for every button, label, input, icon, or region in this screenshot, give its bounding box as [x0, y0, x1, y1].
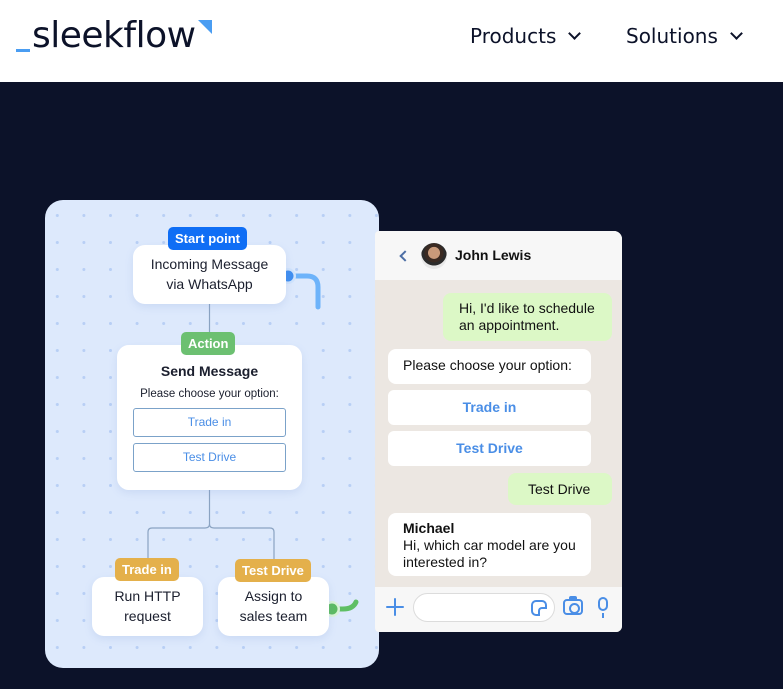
back-chevron-icon[interactable]: [399, 250, 411, 262]
assign-team-node-card[interactable]: Assign to sales team: [218, 577, 329, 636]
trade-in-badge: Trade in: [115, 558, 179, 581]
quick-reply-trade-in[interactable]: Trade in: [388, 390, 591, 425]
message-incoming: Please choose your option:: [388, 349, 591, 384]
nav-solutions-label: Solutions: [626, 24, 718, 48]
run-http-line2: request: [124, 608, 171, 624]
nav-solutions[interactable]: Solutions: [626, 24, 743, 48]
test-drive-badge: Test Drive: [235, 559, 311, 582]
message-line: an appointment.: [459, 317, 560, 333]
start-node-card[interactable]: Incoming Message via WhatsApp: [133, 245, 286, 304]
message-incoming: Michael Hi, which car model are you inte…: [388, 513, 591, 576]
message-input[interactable]: [413, 593, 555, 622]
chat-composer: [375, 587, 622, 632]
camera-icon[interactable]: [563, 596, 583, 615]
message-line: Hi, I'd like to schedule: [459, 300, 595, 316]
assign-line2: sales team: [239, 608, 308, 624]
chevron-down-icon: [568, 27, 582, 40]
plus-icon[interactable]: [386, 598, 404, 616]
nav-products[interactable]: Products: [470, 24, 582, 48]
flow-builder-panel: Incoming Message via WhatsApp Start poin…: [45, 200, 379, 668]
sleekflow-logo[interactable]: sleekflow: [16, 14, 212, 58]
logo-tick-mark: [197, 20, 212, 34]
message-sender: Michael: [403, 520, 455, 536]
chevron-down-icon: [730, 27, 743, 40]
run-http-line1: Run HTTP: [114, 588, 181, 604]
microphone-icon[interactable]: [598, 597, 608, 618]
start-outlet-curve: [285, 273, 321, 310]
assign-outlet-curve: [329, 599, 359, 612]
start-node-line1: Incoming Message: [150, 256, 269, 272]
run-http-node-card[interactable]: Run HTTP request: [92, 577, 203, 636]
message-line: interested in?: [403, 554, 488, 570]
send-message-title: Send Message: [160, 363, 259, 379]
avatar: [421, 243, 447, 269]
nav-products-label: Products: [470, 24, 557, 48]
site-header: sleekflow Products Solutions: [0, 0, 783, 82]
logo-text: sleekflow: [32, 15, 196, 56]
chat-header: John Lewis: [375, 231, 622, 280]
option-trade-in[interactable]: Trade in: [133, 408, 286, 437]
action-badge: Action: [181, 332, 236, 355]
sticker-icon[interactable]: [531, 600, 547, 616]
whatsapp-chat-panel: John Lewis Hi, I'd like to schedule an a…: [375, 231, 622, 632]
option-test-drive[interactable]: Test Drive: [133, 443, 286, 472]
send-message-subtitle: Please choose your option:: [140, 388, 279, 400]
send-message-node-card[interactable]: Send Message Please choose your option: …: [117, 345, 302, 490]
start-node-line2: via WhatsApp: [166, 276, 253, 292]
connector-action-to-branches: [147, 490, 275, 559]
quick-reply-test-drive[interactable]: Test Drive: [388, 431, 591, 466]
contact-name: John Lewis: [455, 247, 532, 263]
assign-line1: Assign to: [244, 588, 303, 604]
message-outgoing: Hi, I'd like to schedule an appointment.: [443, 293, 612, 341]
logo-underscore-mark: [16, 49, 30, 52]
message-outgoing: Test Drive: [508, 473, 612, 505]
message-line: Hi, which car model are you: [403, 537, 576, 553]
start-point-badge: Start point: [168, 227, 247, 250]
